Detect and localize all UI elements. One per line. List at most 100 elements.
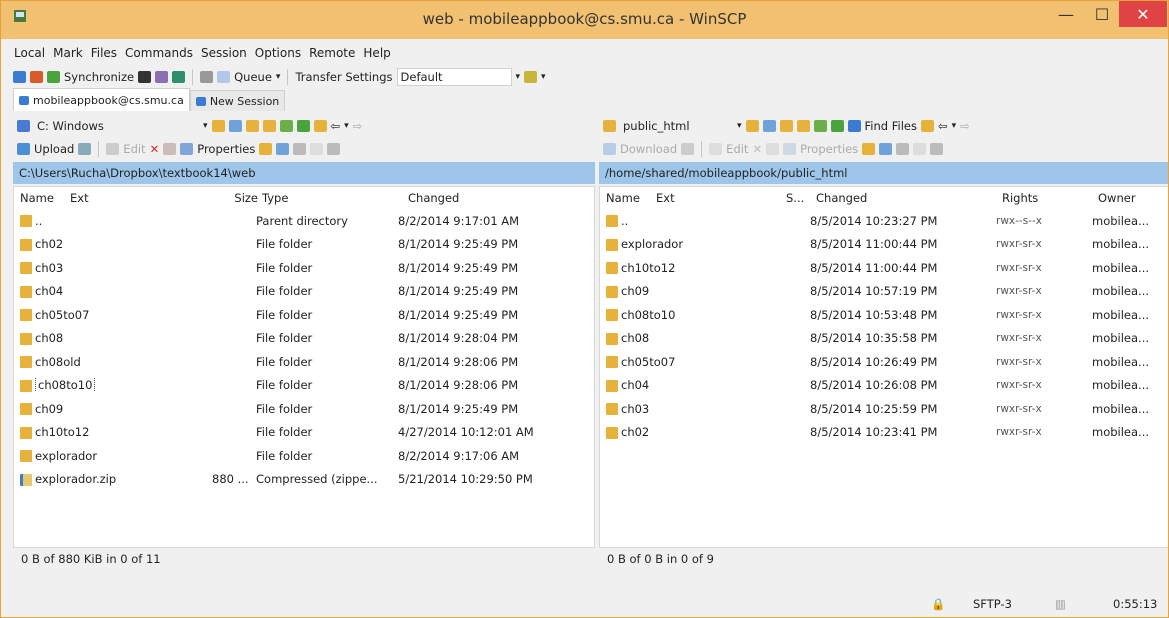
new-folder-icon[interactable] — [259, 143, 273, 155]
edit-button[interactable]: Edit — [726, 142, 748, 156]
tab-new-session[interactable]: New Session — [189, 90, 286, 111]
queue-gear-icon[interactable] — [200, 71, 214, 83]
table-row[interactable]: ch02 File folder 8/1/2014 9:25:49 PM — [14, 233, 594, 257]
parent-dir-icon[interactable] — [779, 120, 793, 132]
folder-dropdown-icon[interactable]: ▾ — [737, 121, 742, 131]
transfer-settings-select[interactable]: Default — [396, 68, 512, 86]
synchronize-button[interactable]: Synchronize — [64, 70, 134, 84]
preferences-icon[interactable] — [172, 71, 186, 83]
menu-remote[interactable]: Remote — [308, 46, 356, 64]
unselect-icon[interactable] — [310, 143, 324, 155]
upload-options-icon[interactable] — [78, 143, 92, 155]
rename-icon[interactable] — [766, 143, 780, 155]
col-name[interactable]: Name — [14, 191, 70, 205]
putty-icon[interactable] — [155, 71, 169, 83]
table-row[interactable]: ch03 File folder 8/1/2014 9:25:49 PM — [14, 256, 594, 280]
title-bar[interactable]: web - mobileappbook@cs.smu.ca - WinSCP —… — [1, 1, 1168, 39]
menu-files[interactable]: Files — [90, 46, 118, 64]
forward-icon[interactable]: ⇨ — [960, 119, 970, 133]
menu-help[interactable]: Help — [362, 46, 391, 64]
refresh-icon[interactable] — [296, 120, 310, 132]
table-row[interactable]: .. Parent directory 8/2/2014 9:17:01 AM — [14, 209, 594, 233]
maximize-button[interactable]: ☐ — [1085, 1, 1119, 27]
download-options-icon[interactable] — [681, 143, 695, 155]
edit-button[interactable]: Edit — [123, 142, 145, 156]
menu-session[interactable]: Session — [200, 46, 248, 64]
queue-dropdown-icon[interactable]: ▾ — [276, 72, 281, 82]
col-name[interactable]: Name — [600, 191, 656, 205]
col-ext[interactable]: Ext — [70, 191, 218, 205]
col-owner[interactable]: Owner — [1098, 191, 1168, 205]
table-row[interactable]: ch05to07 8/5/2014 10:26:49 PM rwxr-sr-x mob… — [600, 350, 1168, 374]
table-row[interactable]: ch08to10 8/5/2014 10:53:48 PM rwxr-sr-x mob… — [600, 303, 1168, 327]
drive-dropdown-icon[interactable]: ▾ — [203, 121, 208, 131]
col-ext[interactable]: Ext — [656, 191, 786, 205]
select-icon[interactable] — [293, 143, 307, 155]
queue-button[interactable]: Queue — [234, 70, 272, 84]
table-row[interactable]: ch10to12 8/5/2014 11:00:44 PM rwxr-sr-x mob… — [600, 256, 1168, 280]
table-row[interactable]: ch08 8/5/2014 10:35:58 PM rwxr-sr-x mobilea… — [600, 327, 1168, 351]
col-type[interactable]: Type — [262, 191, 408, 205]
find-files-button[interactable]: Find Files — [865, 119, 917, 133]
table-row[interactable]: ch09 File folder 8/1/2014 9:25:49 PM — [14, 397, 594, 421]
refresh-icon[interactable] — [830, 120, 844, 132]
menu-local[interactable]: Local — [13, 46, 46, 64]
minimize-button[interactable]: — — [1049, 1, 1083, 27]
back-dropdown-icon[interactable]: ▾ — [344, 121, 349, 131]
select-all-icon[interactable] — [930, 143, 944, 155]
table-row[interactable]: ch08old File folder 8/1/2014 9:28:06 PM — [14, 350, 594, 374]
download-button[interactable]: Download — [620, 142, 677, 156]
transfer-options-dropdown-icon[interactable]: ▾ — [541, 72, 546, 82]
table-row[interactable]: ch03 8/5/2014 10:25:59 PM rwxr-sr-x mobilea… — [600, 397, 1168, 421]
table-row[interactable]: ch08to10 File folder 8/1/2014 9:28:06 PM — [14, 374, 594, 398]
properties-button[interactable]: Properties — [800, 142, 858, 156]
sync-browse-icon[interactable] — [30, 71, 43, 83]
back-icon[interactable]: ⇦ — [938, 119, 948, 133]
remote-folder-select[interactable]: public_html — [620, 118, 733, 134]
remote-file-list[interactable]: Name Ext S... Changed Rights Owner .. 8/5… — [599, 186, 1168, 548]
transfer-dropdown-icon[interactable]: ▾ — [516, 72, 521, 82]
properties-button[interactable]: Properties — [197, 142, 255, 156]
table-row[interactable]: explorador.zip 880 ... Compressed (zippe..… — [14, 468, 594, 492]
open-folder-icon[interactable] — [211, 120, 225, 132]
back-dropdown-icon[interactable]: ▾ — [952, 121, 957, 131]
forward-icon[interactable]: ⇨ — [353, 119, 363, 133]
tree-icon[interactable] — [920, 120, 934, 132]
tab-session-mobileappbook[interactable]: mobileappbook@cs.smu.ca — [13, 88, 190, 111]
unselect-icon[interactable] — [913, 143, 927, 155]
local-file-list[interactable]: Name Ext Size Type Changed .. Parent dire… — [13, 186, 595, 548]
col-changed[interactable]: Changed — [408, 191, 588, 205]
select-icon[interactable] — [896, 143, 910, 155]
close-button[interactable]: ✕ — [1119, 1, 1167, 27]
parent-dir-icon[interactable] — [245, 120, 259, 132]
transfer-options-icon[interactable] — [524, 71, 538, 83]
menu-options[interactable]: Options — [254, 46, 302, 64]
menu-mark[interactable]: Mark — [52, 46, 84, 64]
delete-icon[interactable]: ✕ — [150, 142, 160, 156]
root-dir-icon[interactable] — [262, 120, 276, 132]
col-changed[interactable]: Changed — [816, 191, 1002, 205]
table-row[interactable]: ch05to07 File folder 8/1/2014 9:25:49 PM — [14, 303, 594, 327]
compare-icon[interactable] — [13, 71, 26, 83]
table-row[interactable]: .. 8/5/2014 10:23:27 PM rwx--s--x mobilea..… — [600, 209, 1168, 233]
local-drive-select[interactable]: C: Windows — [34, 118, 199, 134]
table-row[interactable]: explorador File folder 8/2/2014 9:17:06 AM — [14, 444, 594, 468]
new-file-icon[interactable] — [879, 143, 893, 155]
new-folder-icon[interactable] — [862, 143, 876, 155]
filter-icon[interactable] — [762, 120, 776, 132]
rename-icon[interactable] — [163, 143, 177, 155]
terminal-icon[interactable] — [138, 71, 152, 83]
home-icon[interactable] — [279, 120, 293, 132]
col-rights[interactable]: Rights — [1002, 191, 1098, 205]
col-size[interactable]: Size — [218, 191, 262, 205]
delete-icon[interactable]: ✕ — [752, 142, 762, 156]
home-icon[interactable] — [813, 120, 827, 132]
table-row[interactable]: ch08 File folder 8/1/2014 9:28:04 PM — [14, 327, 594, 351]
back-icon[interactable]: ⇦ — [331, 119, 341, 133]
root-dir-icon[interactable] — [796, 120, 810, 132]
table-row[interactable]: ch04 File folder 8/1/2014 9:25:49 PM — [14, 280, 594, 304]
new-file-icon[interactable] — [276, 143, 290, 155]
select-all-icon[interactable] — [327, 143, 341, 155]
table-row[interactable]: ch09 8/5/2014 10:57:19 PM rwxr-sr-x mobilea… — [600, 280, 1168, 304]
table-row[interactable]: explorador 8/5/2014 11:00:44 PM rwxr-sr-x m… — [600, 233, 1168, 257]
